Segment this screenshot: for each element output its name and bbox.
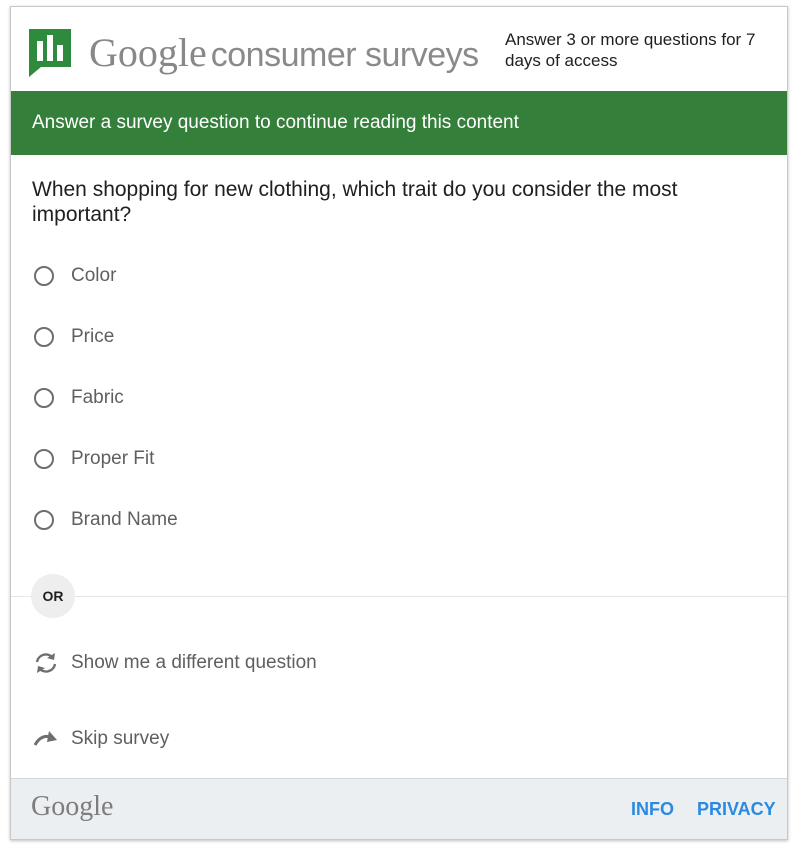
skip-survey-button[interactable]: Skip survey [11, 719, 787, 759]
option-label: Fabric [71, 386, 124, 408]
brand-google: Google [89, 30, 207, 75]
brand-title: Google consumer surveys [89, 29, 479, 76]
or-divider: OR [11, 572, 787, 622]
skip-arrow-icon [33, 731, 57, 746]
option-brand-name[interactable]: Brand Name [11, 489, 787, 550]
different-question-label: Show me a different question [71, 652, 317, 673]
instruction-banner: Answer a survey question to continue rea… [11, 91, 787, 155]
or-badge: OR [31, 574, 75, 618]
access-note: Answer 3 or more questions for 7 days of… [505, 30, 756, 70]
divider-line [11, 596, 787, 597]
survey-question: When shopping for new clothing, which tr… [32, 178, 678, 226]
skip-survey-label: Skip survey [71, 728, 170, 749]
info-link[interactable]: INFO [631, 799, 674, 820]
google-logo: Google [31, 791, 114, 822]
option-label: Proper Fit [71, 447, 155, 469]
option-color[interactable]: Color [11, 245, 787, 306]
footer: Google INFO PRIVACY [11, 778, 787, 839]
option-label: Brand Name [71, 508, 178, 530]
survey-card: Google consumer surveys Answer 3 or more … [10, 6, 788, 840]
bar-chart-flag-icon [29, 29, 71, 77]
option-fabric[interactable]: Fabric [11, 367, 787, 428]
answer-options: Color Price Fabric Proper Fit Brand Name [11, 245, 787, 550]
refresh-icon [35, 653, 57, 673]
option-label: Price [71, 325, 115, 347]
different-question-button[interactable]: Show me a different question [11, 643, 787, 683]
option-label: Color [71, 264, 117, 286]
radio-button[interactable] [34, 509, 54, 530]
brand-product: consumer surveys [210, 36, 479, 74]
radio-button[interactable] [34, 265, 54, 286]
option-price[interactable]: Price [11, 306, 787, 367]
radio-button[interactable] [34, 448, 54, 469]
option-proper-fit[interactable]: Proper Fit [11, 428, 787, 489]
radio-button[interactable] [34, 387, 54, 408]
privacy-link[interactable]: PRIVACY [697, 799, 776, 820]
radio-button[interactable] [34, 326, 54, 347]
header: Google consumer surveys Answer 3 or more … [11, 7, 787, 91]
